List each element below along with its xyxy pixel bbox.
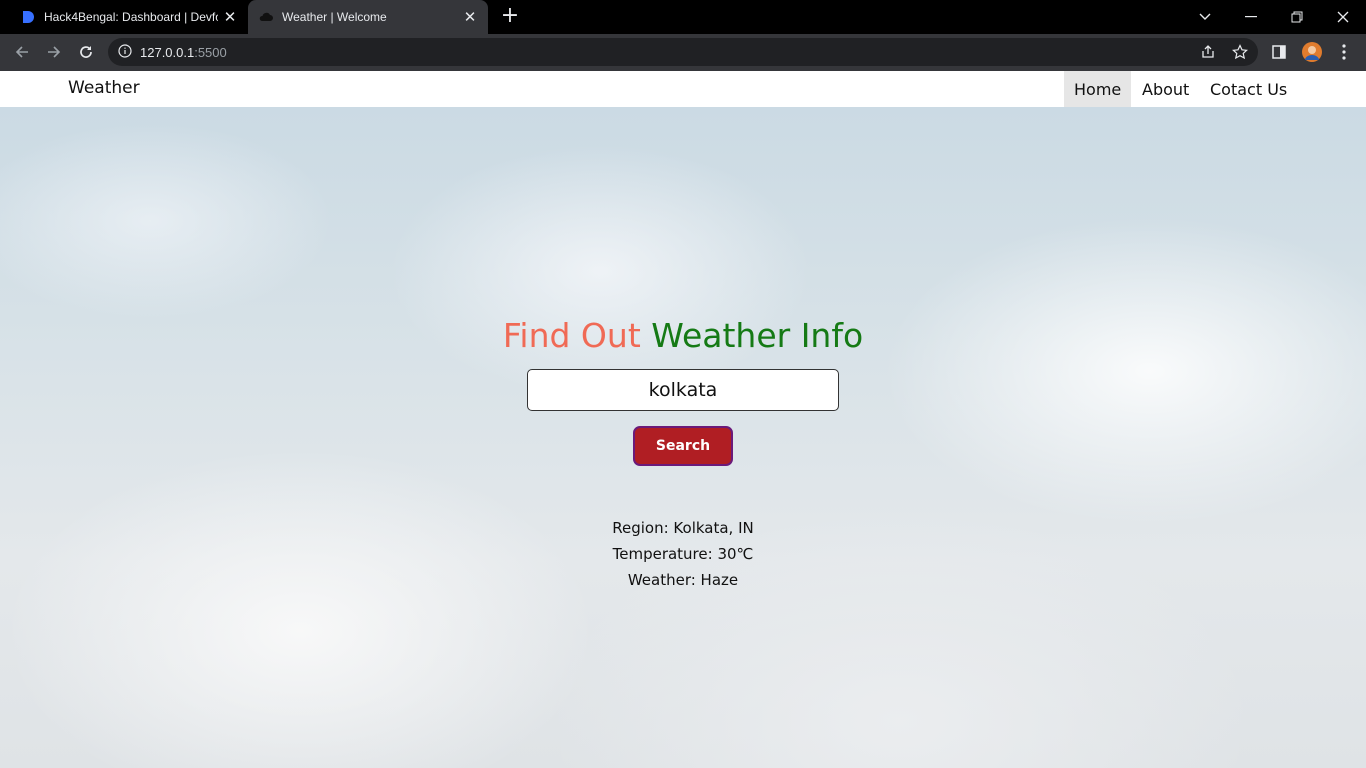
- url-host: 127.0.0.1: [140, 44, 195, 60]
- browser-toolbar: 127.0.0.1:5500: [0, 34, 1366, 71]
- new-tab-icon[interactable]: +: [498, 5, 522, 29]
- site-brand[interactable]: Weather: [68, 78, 140, 98]
- bookmark-star-icon[interactable]: [1226, 38, 1254, 66]
- nav-home[interactable]: Home: [1064, 71, 1132, 107]
- region-text: Region: Kolkata, IN: [612, 519, 754, 537]
- tab-search-icon[interactable]: [1182, 0, 1228, 34]
- tab-title: Hack4Bengal: Dashboard | Devfo: [44, 10, 218, 24]
- search-button[interactable]: Search: [633, 426, 733, 466]
- nav-contact[interactable]: Cotact Us: [1200, 71, 1297, 107]
- side-panel-icon[interactable]: [1265, 38, 1293, 66]
- temperature-text: Temperature: 30℃: [612, 545, 754, 563]
- nav-about[interactable]: About: [1132, 71, 1199, 107]
- title-part-find-out: Find Out: [502, 316, 641, 355]
- title-part-weather-info: Weather Info: [651, 316, 864, 355]
- tab-strip: Hack4Bengal: Dashboard | Devfo ✕ Weather…: [0, 0, 1366, 34]
- city-search-input[interactable]: [527, 369, 839, 411]
- menu-kebab-icon[interactable]: [1330, 38, 1358, 66]
- page-title: Find Out Weather Info: [0, 316, 1366, 355]
- restore-icon[interactable]: [1274, 0, 1320, 34]
- tab-title: Weather | Welcome: [282, 10, 387, 24]
- url-port: :5500: [194, 44, 227, 60]
- back-icon[interactable]: [8, 38, 36, 66]
- info-icon[interactable]: [118, 43, 132, 61]
- tab-weather[interactable]: Weather | Welcome ✕: [248, 0, 488, 34]
- address-bar[interactable]: 127.0.0.1:5500: [108, 38, 1258, 66]
- tab-hack4bengal[interactable]: Hack4Bengal: Dashboard | Devfo ✕: [8, 0, 248, 34]
- minimize-icon[interactable]: [1228, 0, 1274, 34]
- avatar[interactable]: [1298, 38, 1326, 66]
- page-viewport: Weather Home About Cotact Us Find Out We…: [0, 71, 1366, 768]
- weather-text: Weather: Haze: [627, 571, 739, 589]
- close-tab-icon[interactable]: ✕: [218, 8, 242, 26]
- cloud-icon: [258, 9, 274, 25]
- share-icon[interactable]: [1194, 38, 1222, 66]
- forward-icon[interactable]: [40, 38, 68, 66]
- weather-result: Region: Kolkata, IN Temperature: 30℃ Wea…: [0, 515, 1366, 593]
- reload-icon[interactable]: [72, 38, 100, 66]
- devfolio-icon: [20, 9, 36, 25]
- close-tab-icon[interactable]: ✕: [458, 8, 482, 26]
- close-window-icon[interactable]: [1320, 0, 1366, 34]
- site-navbar: Weather Home About Cotact Us: [0, 71, 1366, 107]
